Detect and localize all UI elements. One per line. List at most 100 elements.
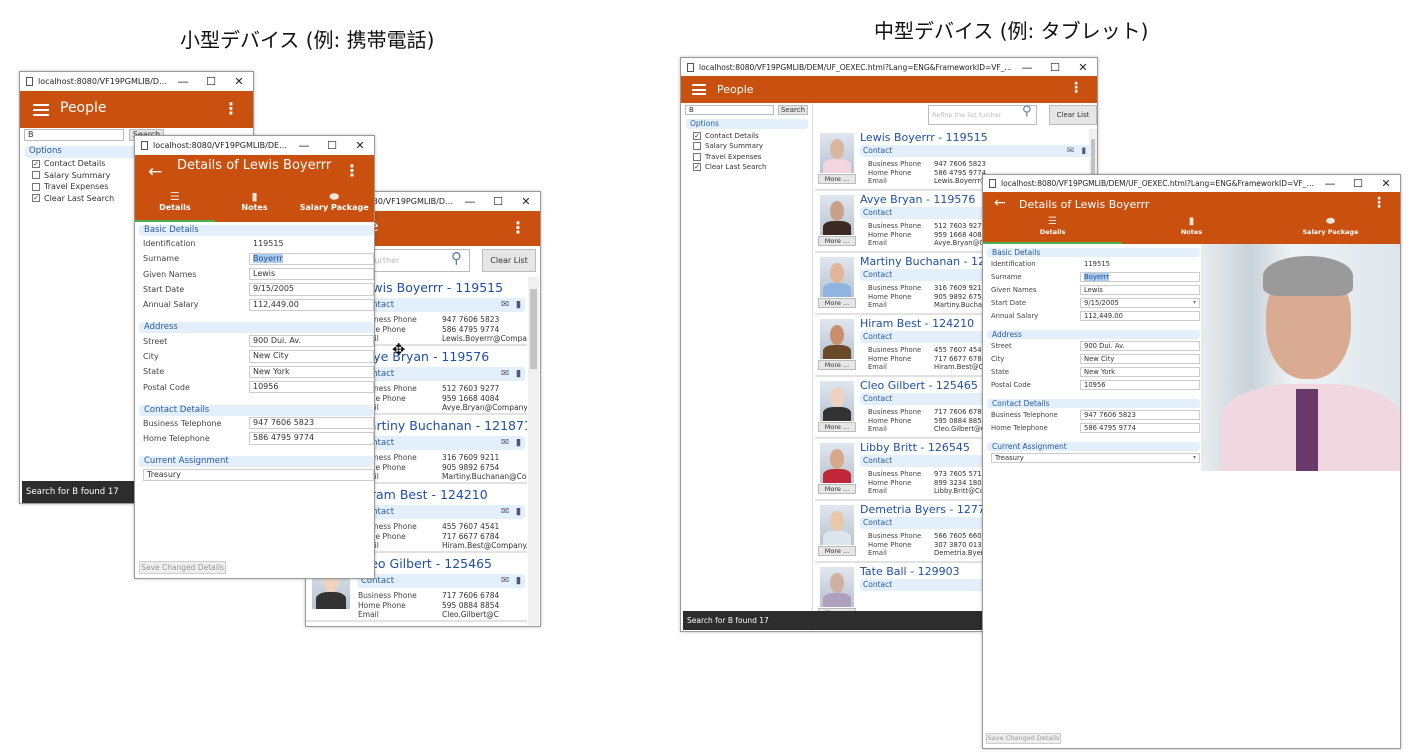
person-name[interactable]: Tate Ball - 129903 (860, 565, 960, 578)
field-given-names[interactable]: Lewis (249, 268, 374, 281)
field-state[interactable]: New York (1080, 366, 1200, 377)
field-street[interactable]: 900 Dui. Av. (249, 334, 374, 348)
minimize-button[interactable]: — (1316, 177, 1344, 190)
field-surname[interactable]: Boyerrr (249, 252, 374, 266)
checkbox[interactable]: ✓ (32, 194, 40, 202)
search-button[interactable]: Search (778, 105, 808, 115)
maximize-button[interactable]: ☐ (197, 75, 225, 88)
person-name[interactable]: Demetria Byers - 12770 (860, 503, 992, 516)
person-name[interactable]: Libby Britt - 126545 (860, 441, 970, 454)
field-street[interactable]: 900 Dui. Av. (1080, 340, 1200, 351)
mobile-phone-icon[interactable]: ▮ (516, 298, 521, 312)
tab-notes[interactable]: ▮ Notes (1122, 216, 1261, 244)
option-contact-details[interactable]: ✓ Contact Details (32, 159, 105, 168)
search-input[interactable]: B (24, 129, 124, 141)
field-value[interactable]: Martiny.Buchanan@Co (442, 472, 526, 481)
field-value[interactable]: Demetria.Byers (934, 549, 987, 557)
hamburger-menu-icon[interactable] (33, 104, 49, 116)
mobile-phone-icon[interactable]: ▮ (1081, 145, 1086, 157)
chevron-down-icon[interactable]: ▾ (1193, 299, 1196, 307)
more-button[interactable]: More ... (818, 298, 856, 308)
field-value[interactable]: Avye.Bryan@Company. (442, 403, 527, 412)
person-name[interactable]: Hiram Best - 124210 (358, 487, 488, 502)
maximize-button[interactable]: ☐ (1344, 177, 1372, 190)
field-value[interactable]: Hiram.Best@Company. (442, 541, 527, 550)
close-button[interactable]: ✕ (346, 139, 374, 152)
field-value[interactable]: Libby.Britt@Co (934, 487, 984, 495)
field-value[interactable]: Cleo.Gilbert@C (934, 425, 986, 433)
field-start-date[interactable]: 9/15/2005 (249, 283, 374, 296)
person-name[interactable]: Martiny Buchanan - 121871 (358, 418, 527, 433)
minimize-button[interactable]: — (1013, 61, 1041, 74)
more-button[interactable]: More ... (818, 174, 856, 184)
field-city[interactable]: New City (1080, 353, 1200, 364)
option-travel-expenses[interactable]: Travel Expenses (693, 152, 761, 161)
person-name[interactable]: Avye Bryan - 119576 (358, 349, 489, 364)
mobile-phone-icon[interactable]: ▮ (516, 367, 521, 381)
search-icon[interactable]: ⚲ (451, 249, 462, 267)
field-postal-code[interactable]: 10956 (1080, 379, 1200, 390)
mail-icon[interactable]: ✉ (1067, 145, 1074, 157)
more-options-icon[interactable]: ⋮ (510, 220, 526, 236)
field-start-date[interactable]: 9/15/2005 ▾ (1080, 297, 1200, 308)
mobile-phone-icon[interactable]: ▮ (516, 436, 521, 450)
clear-list-button[interactable]: Clear List (482, 249, 536, 272)
back-arrow-icon[interactable]: ← (994, 195, 1006, 211)
field-business-telephone[interactable]: 947 7606 5823 (249, 417, 374, 430)
tab-salary-package[interactable]: ⬬ Salary Package (1261, 216, 1400, 244)
checkbox[interactable] (693, 152, 701, 161)
field-value[interactable]: Lewis.Boyerrr@Company. (442, 334, 527, 343)
more-options-icon[interactable]: ⋮ (1372, 196, 1386, 210)
chevron-down-icon[interactable]: ▾ (1193, 454, 1196, 462)
mail-icon[interactable]: ✉ (501, 367, 509, 381)
option-clear-last-search[interactable]: ✓ Clear Last Search (32, 194, 114, 203)
minimize-button[interactable]: — (169, 75, 197, 88)
option-clear-last-search[interactable]: ✓ Clear Last Search (693, 162, 766, 171)
back-arrow-icon[interactable]: ← (148, 162, 162, 182)
person-name[interactable]: Cleo Gilbert - 125465 (860, 379, 978, 392)
option-travel-expenses[interactable]: Travel Expenses (32, 182, 108, 191)
person-name[interactable]: Lewis Boyerrr - 119515 (358, 280, 503, 295)
field-surname[interactable]: Boyerrr (1080, 271, 1200, 282)
hamburger-menu-icon[interactable] (692, 84, 706, 95)
scrollbar-thumb[interactable] (530, 289, 537, 369)
tab-details[interactable]: ☰ Details (983, 216, 1122, 244)
more-options-icon[interactable]: ⋮ (344, 163, 360, 179)
checkbox[interactable] (32, 182, 40, 191)
field-assignment[interactable]: Treasury (143, 468, 374, 482)
person-name[interactable]: Hiram Best - 124210 (860, 317, 974, 330)
more-button[interactable]: More ... (818, 360, 856, 370)
person-name[interactable]: Cleo Gilbert - 125465 (358, 556, 492, 571)
more-button[interactable]: More ... (818, 422, 856, 432)
more-options-icon[interactable]: ⋮ (1069, 81, 1083, 95)
field-postal-code[interactable]: 10956 (249, 380, 374, 394)
checkbox[interactable]: ✓ (693, 162, 701, 171)
close-button[interactable]: ✕ (1069, 61, 1097, 74)
mobile-phone-icon[interactable]: ▮ (516, 574, 521, 588)
field-state[interactable]: New York (249, 365, 374, 378)
mail-icon[interactable]: ✉ (501, 574, 509, 588)
more-button[interactable]: More ... (818, 546, 856, 556)
tab-salary-package[interactable]: ⬬ Salary Package (294, 190, 374, 222)
option-salary-summary[interactable]: Salary Summary (32, 171, 110, 180)
mail-icon[interactable]: ✉ (501, 505, 509, 519)
maximize-button[interactable]: ☐ (484, 195, 512, 208)
close-button[interactable]: ✕ (1372, 177, 1400, 190)
person-name[interactable]: Lewis Boyerrr - 119515 (860, 131, 988, 144)
clear-list-button[interactable]: Clear List (1049, 105, 1097, 125)
more-button[interactable]: More ... (818, 236, 856, 246)
field-annual-salary[interactable]: 112,449.00 (1080, 310, 1200, 321)
close-button[interactable]: ✕ (512, 195, 540, 208)
minimize-button[interactable]: — (290, 139, 318, 152)
checkbox[interactable] (32, 171, 40, 179)
search-icon[interactable]: ⚲ (1022, 104, 1032, 119)
mobile-phone-icon[interactable]: ▮ (516, 505, 521, 519)
option-salary-summary[interactable]: Salary Summary (693, 142, 763, 151)
field-city[interactable]: New City (249, 350, 374, 363)
field-home-telephone[interactable]: 586 4795 9774 (249, 432, 374, 445)
minimize-button[interactable]: — (456, 195, 484, 208)
more-button[interactable]: More ... (818, 484, 856, 494)
save-changed-details-button[interactable]: Save Changed Details (139, 561, 226, 574)
tab-notes[interactable]: ▮ Notes (215, 190, 295, 222)
maximize-button[interactable]: ☐ (1041, 61, 1069, 74)
